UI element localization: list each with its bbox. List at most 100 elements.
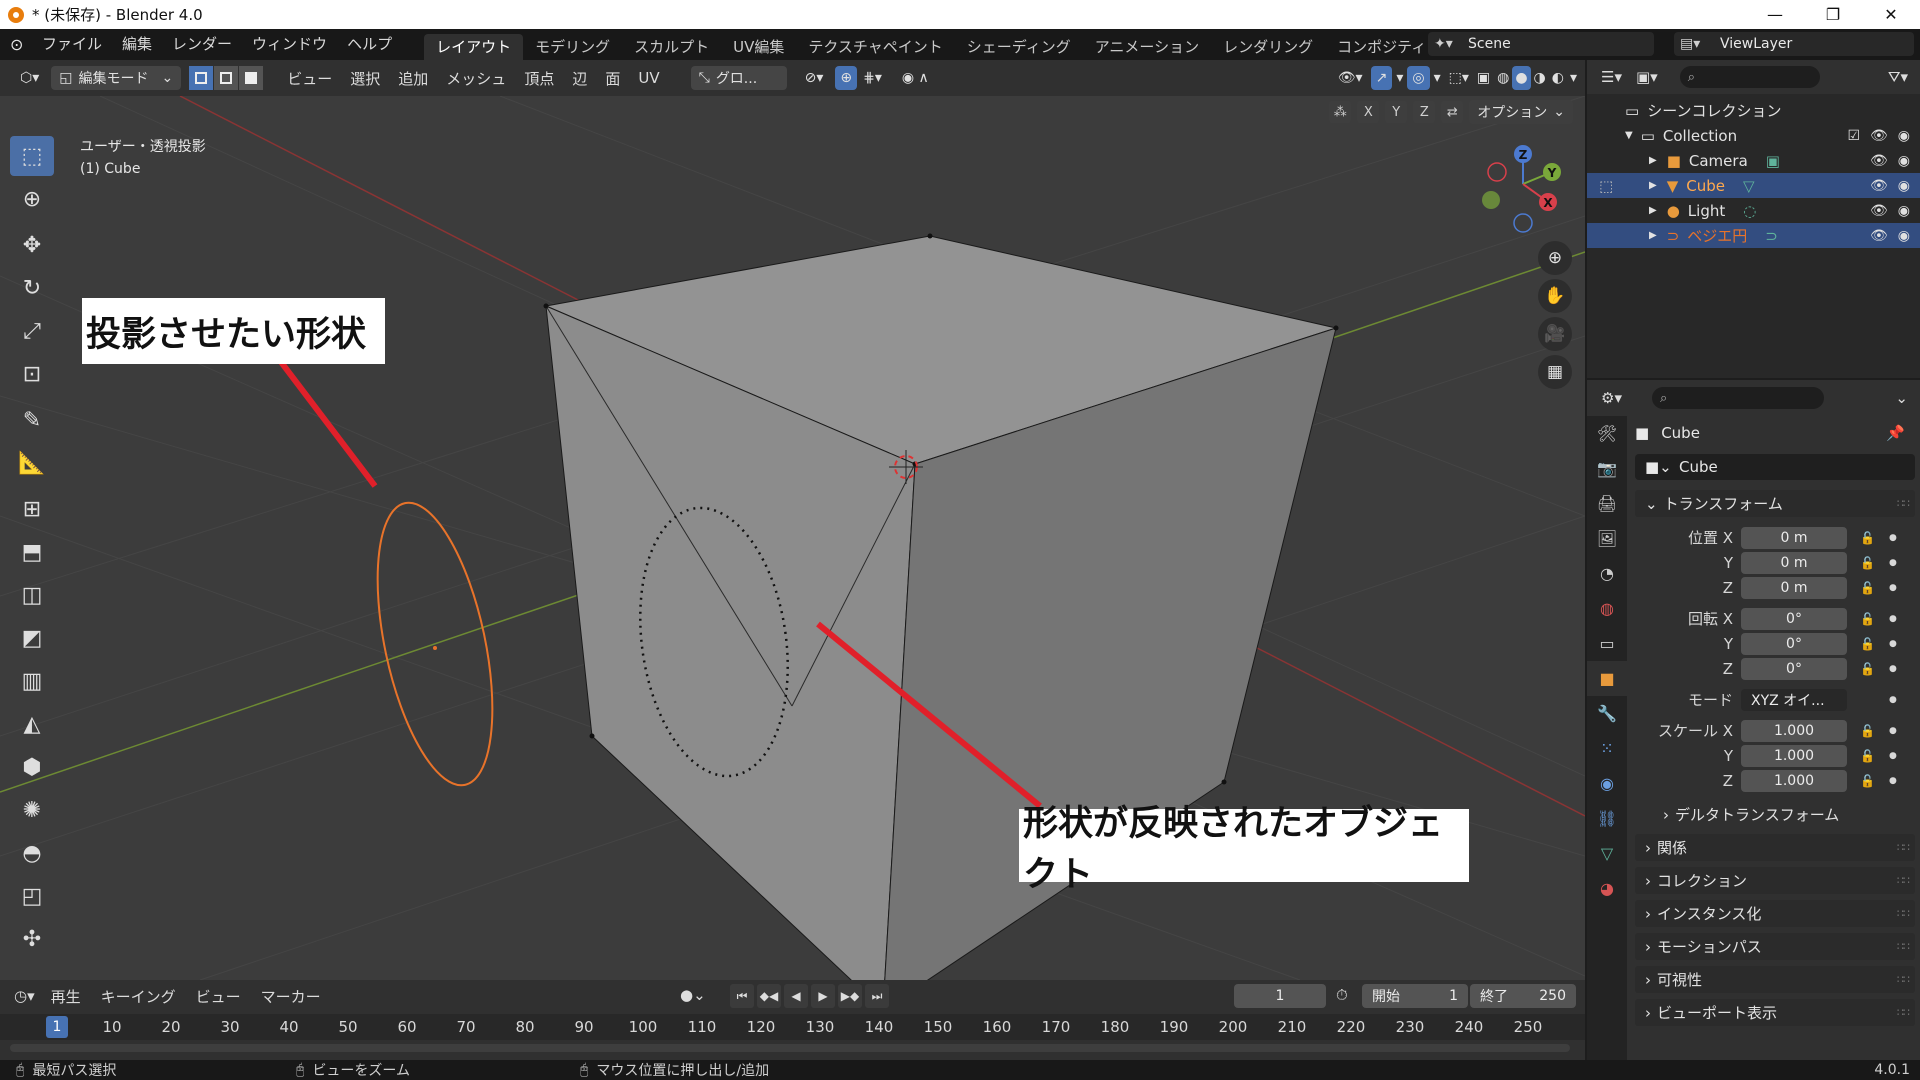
keyframe-dot-icon[interactable]: ● [1889,558,1897,568]
rotation-z-field[interactable]: 0° [1741,657,1847,680]
mirror-icon[interactable]: ⁂ [1329,101,1352,123]
tool-tab-icon[interactable]: 🛠 [1587,416,1627,451]
lock-icon[interactable]: 🔓 [1860,531,1875,545]
menu-render[interactable]: レンダー [162,29,242,60]
add-cube-tool-icon[interactable]: ⊞ [10,489,54,529]
edge-slide-tool-icon[interactable]: ◰ [10,876,54,916]
menu-view[interactable]: ビュー [278,68,341,89]
pin-icon[interactable]: 📌 [1886,424,1905,442]
checkbox-icon[interactable]: ☑ [1847,128,1860,144]
measure-tool-icon[interactable]: 📐 [10,443,54,483]
solid-shading-icon[interactable]: ● [1512,66,1531,90]
cube-vertex[interactable] [589,733,595,739]
menu-marker[interactable]: マーカー [251,986,331,1007]
timeline-editor-icon[interactable]: ◷▾ [14,987,35,1005]
editor-type-icon[interactable]: ⬡▾ [12,66,47,90]
gizmo-toggle-icon[interactable]: ↗ [1370,66,1393,90]
section-visibility[interactable]: › 可視性 ∷∷ [1635,966,1915,993]
camera-icon[interactable]: ◉ [1898,153,1910,169]
mirror-z-toggle[interactable]: Z [1413,101,1436,123]
expand-chevron-icon[interactable]: ▶ [1649,205,1657,216]
menu-playback[interactable]: 再生 [41,986,91,1007]
gizmo-neg-x-icon[interactable] [1487,162,1507,182]
outliner-collection[interactable]: ▼ ▭ Collection ☑ 👁 ◉ [1587,123,1920,148]
camera-view-icon[interactable]: 🎥 [1538,317,1572,351]
select-box-tool-icon[interactable]: ⬚ [10,136,54,176]
auto-keying-icon[interactable]: ●⌄ [680,986,706,1004]
jump-end-icon[interactable]: ⏭ [865,984,889,1008]
menu-add[interactable]: 追加 [389,68,437,89]
drag-grip-icon[interactable]: ∷∷ [1897,940,1910,953]
collection-tab-icon[interactable]: ▭ [1587,626,1627,661]
location-z-field[interactable]: 0 m [1741,576,1847,599]
display-mode-icon[interactable]: ▣▾ [1636,68,1658,86]
timeline-ruler[interactable]: 1 10 20 30 40 50 60 70 80 90 100 110 120… [0,1014,1585,1040]
rotation-y-field[interactable]: 0° [1741,632,1847,655]
scene-tab-icon[interactable]: ◔ [1587,556,1627,591]
menu-timeline-view[interactable]: ビュー [186,986,251,1007]
cube-vertex[interactable] [1333,325,1339,331]
tab-rendering[interactable]: レンダリング [1211,34,1325,60]
section-collections[interactable]: › コレクション ∷∷ [1635,867,1915,894]
drag-grip-icon[interactable]: ∷∷ [1897,497,1910,510]
tab-texture-paint[interactable]: テクスチャペイント [796,34,954,60]
keyframe-dot-icon[interactable]: ● [1889,776,1897,786]
section-instancing[interactable]: › インスタンス化 ∷∷ [1635,900,1915,927]
section-viewport-display[interactable]: › ビューポート表示 ∷∷ [1635,999,1915,1026]
playhead[interactable]: 1 [46,1016,68,1038]
eye-icon[interactable]: 👁 [1870,128,1888,144]
inset-tool-icon[interactable]: ◫ [10,575,54,615]
overlays-toggle-icon[interactable]: ◎ [1407,66,1430,90]
drag-grip-icon[interactable]: ∷∷ [1897,874,1910,887]
rotation-mode-dropdown[interactable]: XYZ オイ... [1741,688,1847,711]
lock-icon[interactable]: 🔓 [1860,612,1875,626]
tab-shading[interactable]: シェーディング [955,34,1083,60]
play-reverse-icon[interactable]: ◀ [784,984,808,1008]
jump-keyframe-forward-icon[interactable]: ▶◆ [838,984,862,1008]
output-tab-icon[interactable]: 🖨 [1587,486,1627,521]
mesh-overlay-icon[interactable]: ⬚▾ [1445,66,1473,90]
expand-chevron-icon[interactable]: ▶ [1649,180,1657,191]
keyframe-dot-icon[interactable]: ● [1889,583,1897,593]
rotation-x-field[interactable]: 0° [1741,607,1847,630]
move-tool-icon[interactable]: ✥ [10,225,54,265]
loop-cut-tool-icon[interactable]: ▥ [10,661,54,701]
material-tab-icon[interactable]: ◕ [1587,871,1627,906]
annotate-tool-icon[interactable]: ✎ [10,400,54,440]
lock-icon[interactable]: 🔓 [1860,724,1875,738]
menu-window[interactable]: ウィンドウ [242,29,337,60]
menu-keying[interactable]: キーイング [91,986,186,1007]
expand-chevron-icon[interactable]: ▶ [1649,155,1657,166]
lock-icon[interactable]: 🔓 [1860,581,1875,595]
start-frame-field[interactable]: 開始 1 [1362,984,1468,1008]
options-dropdown[interactable]: オプション ⌄ [1469,100,1573,124]
drag-grip-icon[interactable]: ∷∷ [1897,973,1910,986]
scale-x-field[interactable]: 1.000 [1741,719,1847,742]
tab-sculpt[interactable]: スカルプト [622,34,721,60]
lock-icon[interactable]: 🔓 [1860,662,1875,676]
keyframe-dot-icon[interactable]: ● [1889,533,1897,543]
view-layer-selector[interactable]: ▤▾ ViewLayer [1674,32,1914,56]
particles-tab-icon[interactable]: ⁙ [1587,731,1627,766]
face-select-button[interactable] [239,66,264,90]
stopwatch-icon[interactable]: ⏱ [1336,986,1348,1004]
modifiers-tab-icon[interactable]: 🔧 [1587,696,1627,731]
keyframe-dot-icon[interactable]: ● [1889,751,1897,761]
section-transform[interactable]: ⌄ トランスフォーム ∷∷ [1635,490,1915,517]
outliner-item-cube[interactable]: ⬚ ▶ ▼ Cube ▽ 👁 ◉ [1587,173,1920,198]
snap-target-icon[interactable]: ⋕▾ [857,66,888,90]
lock-icon[interactable]: 🔓 [1860,556,1875,570]
section-relations[interactable]: › 関係 ∷∷ [1635,834,1915,861]
cursor-tool-icon[interactable]: ⊕ [10,179,54,219]
drag-grip-icon[interactable]: ∷∷ [1897,1006,1910,1019]
rendered-shading-icon[interactable]: ◐ [1549,66,1567,90]
play-icon[interactable]: ▶ [811,984,835,1008]
properties-type-icon[interactable]: ⚙▾ [1601,389,1622,407]
overlays-dropdown-icon[interactable]: ▾ [1430,66,1445,90]
tab-uv-editing[interactable]: UV編集 [721,34,796,60]
expand-chevron-icon[interactable]: ▼ [1625,130,1633,141]
xray-toggle-icon[interactable]: ▣ [1473,66,1494,90]
keyframe-dot-icon[interactable]: ● [1889,664,1897,674]
edge-select-button[interactable] [214,66,239,90]
jump-keyframe-back-icon[interactable]: ◆◀ [757,984,781,1008]
